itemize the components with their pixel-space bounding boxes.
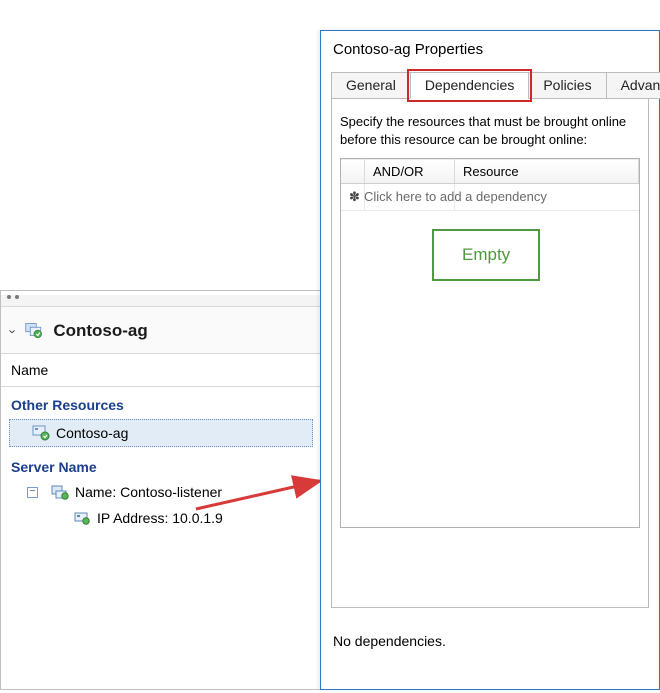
resource-ip-address[interactable]: IP Address: 10.0.1.9 xyxy=(1,505,321,531)
group-header[interactable]: › Contoso-ag xyxy=(1,307,321,354)
cluster-group-icon xyxy=(25,322,43,340)
instruction-text: Specify the resources that must be broug… xyxy=(340,113,640,148)
grid-col-resource[interactable]: Resource xyxy=(455,159,639,183)
dependencies-grid[interactable]: AND/OR Resource ✽ Click here to add a de… xyxy=(340,158,640,528)
collapse-icon[interactable]: − xyxy=(27,487,38,498)
resource-listener[interactable]: − Name: Contoso-listener xyxy=(1,479,321,505)
tab-policies[interactable]: Policies xyxy=(528,72,606,99)
resource-contoso-ag[interactable]: Contoso-ag xyxy=(9,419,313,447)
tab-body-dependencies: Specify the resources that must be broug… xyxy=(331,98,649,608)
tab-general[interactable]: General xyxy=(331,72,411,99)
tab-advanced[interactable]: Advanc xyxy=(606,72,660,99)
group-title: Contoso-ag xyxy=(53,321,147,341)
properties-dialog: Contoso-ag Properties General Dependenci… xyxy=(320,30,660,690)
grid-placeholder-text[interactable]: Click here to add a dependency xyxy=(356,184,639,210)
chevron-down-icon: › xyxy=(6,329,21,333)
listener-label: Name: Contoso-listener xyxy=(75,484,222,500)
dialog-title: Contoso-ag Properties xyxy=(321,31,659,72)
ip-label: IP Address: 10.0.1.9 xyxy=(97,510,223,526)
section-server-name: Server Name xyxy=(1,449,321,479)
grid-header: AND/OR Resource xyxy=(341,159,639,184)
resource-icon xyxy=(32,424,50,442)
status-text: No dependencies. xyxy=(333,633,446,649)
empty-annotation: Empty xyxy=(432,229,540,281)
cluster-resources-panel: › Contoso-ag Name Other Resources Contos… xyxy=(0,290,322,690)
network-name-icon xyxy=(51,483,69,501)
column-header-name[interactable]: Name xyxy=(1,354,321,387)
grid-col-marker xyxy=(341,159,365,183)
resource-label: Contoso-ag xyxy=(56,425,128,441)
pane-separator[interactable] xyxy=(1,295,321,307)
grid-col-andor[interactable]: AND/OR xyxy=(365,159,455,183)
section-other-resources: Other Resources xyxy=(1,387,321,417)
tab-strip: General Dependencies Policies Advanc xyxy=(321,72,659,99)
ip-address-icon xyxy=(73,509,91,527)
grid-placeholder-row[interactable]: ✽ Click here to add a dependency xyxy=(341,184,639,211)
tab-dependencies[interactable]: Dependencies xyxy=(410,72,530,99)
